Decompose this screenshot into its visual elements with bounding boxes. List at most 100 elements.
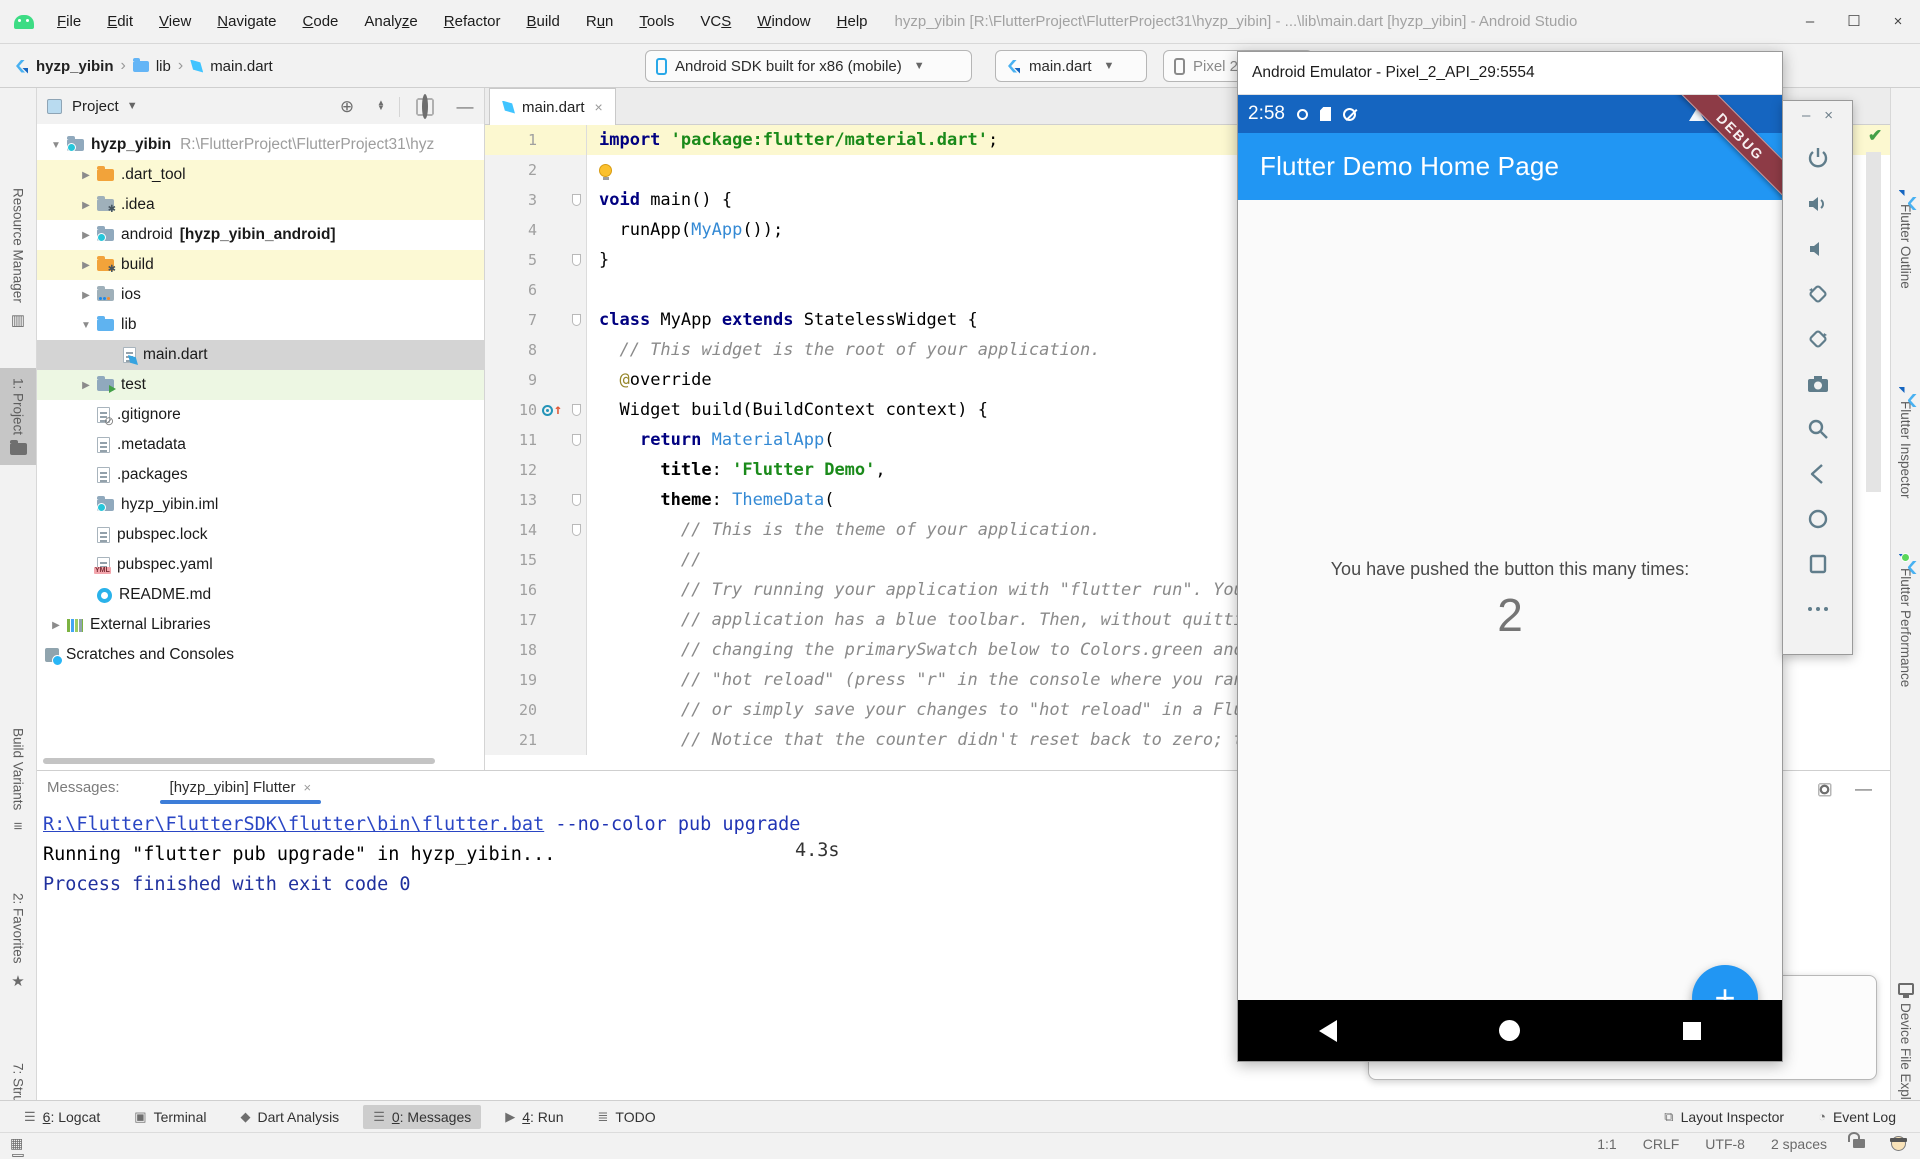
emulator-more-button[interactable]: [1805, 596, 1831, 622]
chevron-right-icon[interactable]: ▶: [75, 230, 97, 241]
chevron-right-icon[interactable]: ▶: [75, 170, 97, 181]
tree-item--gitignore[interactable]: .gitignore: [37, 400, 484, 430]
minimize-window-button[interactable]: –: [1788, 0, 1832, 44]
toolwindow-button-todo[interactable]: ≣TODO: [588, 1105, 666, 1129]
collapse-all-button[interactable]: ▲▼: [371, 97, 391, 117]
settings-gear-icon[interactable]: [1820, 784, 1830, 794]
tree-item-ios[interactable]: ▶ios: [37, 280, 484, 310]
breadcrumb-item-main.dart[interactable]: main.dart: [210, 58, 273, 75]
code-fold-marker-icon[interactable]: [572, 254, 581, 266]
emulator-minimize-button[interactable]: –: [1802, 107, 1810, 124]
menu-analyze[interactable]: Analyze: [351, 0, 430, 44]
emulator-back-button[interactable]: [1805, 461, 1831, 487]
close-tab-icon[interactable]: ×: [595, 99, 603, 115]
unlock-icon[interactable]: [1853, 1139, 1865, 1148]
chevron-right-icon[interactable]: ▶: [75, 380, 97, 391]
tree-item-pubspec-lock[interactable]: pubspec.lock: [37, 520, 484, 550]
menu-refactor[interactable]: Refactor: [431, 0, 514, 44]
tree-item--dart_tool[interactable]: ▶.dart_tool: [37, 160, 484, 190]
menu-run[interactable]: Run: [573, 0, 627, 44]
close-window-button[interactable]: ×: [1876, 0, 1920, 44]
code-fold-marker-icon[interactable]: [572, 434, 581, 446]
menu-edit[interactable]: Edit: [94, 0, 146, 44]
overriding-method-icon[interactable]: [542, 405, 553, 416]
toolwindow-button-layout-inspector[interactable]: ⧉Layout Inspector: [1654, 1105, 1794, 1129]
emulator-screen[interactable]: 2:58 Flutter Demo Home Page DEBUG You ha…: [1238, 95, 1782, 1061]
menu-navigate[interactable]: Navigate: [204, 0, 289, 44]
nav-back-button[interactable]: [1319, 1020, 1337, 1042]
hide-panel-button[interactable]: —: [455, 97, 475, 117]
tree-item-hyzp_yibin[interactable]: ▼hyzp_yibinR:\FlutterProject\FlutterProj…: [37, 130, 484, 160]
sidebar-item-build-variants[interactable]: Build Variants≡: [0, 728, 36, 835]
chevron-right-icon[interactable]: ▶: [75, 200, 97, 211]
editor-scrollbar[interactable]: [1866, 152, 1881, 492]
code-fold-marker-icon[interactable]: [572, 494, 581, 506]
indent-setting[interactable]: 2 spaces: [1771, 1136, 1827, 1152]
tree-item-scratches-and-consoles[interactable]: Scratches and Consoles: [37, 640, 484, 670]
toolwindow-button-6-logcat[interactable]: ☰6: Logcat: [14, 1105, 110, 1129]
project-view-selector[interactable]: Project: [72, 98, 119, 115]
line-separator[interactable]: CRLF: [1643, 1136, 1680, 1152]
tree-item-android[interactable]: ▶android[hyzp_yibin_android]: [37, 220, 484, 250]
emulator-rotate-left-button[interactable]: [1805, 281, 1831, 307]
tree-item-readme-md[interactable]: README.md: [37, 580, 484, 610]
menu-window[interactable]: Window: [744, 0, 823, 44]
tree-item-test[interactable]: ▶test: [37, 370, 484, 400]
chevron-right-icon[interactable]: ▶: [75, 260, 97, 271]
menu-code[interactable]: Code: [290, 0, 352, 44]
menu-help[interactable]: Help: [824, 0, 881, 44]
emulator-rotate-right-button[interactable]: [1805, 326, 1831, 352]
menu-vcs[interactable]: VCS: [687, 0, 744, 44]
close-tab-icon[interactable]: ×: [303, 780, 311, 795]
tree-item--metadata[interactable]: .metadata: [37, 430, 484, 460]
emulator-camera-button[interactable]: [1805, 371, 1831, 397]
console-link[interactable]: R:\Flutter\FlutterSDK\flutter\bin\flutte…: [43, 814, 544, 835]
sidebar-item-flutter-outline[interactable]: Flutter Outline: [1891, 196, 1920, 289]
file-encoding[interactable]: UTF-8: [1705, 1136, 1745, 1152]
toolwindow-button-0-messages[interactable]: ☰0: Messages: [363, 1105, 481, 1129]
menu-view[interactable]: View: [146, 0, 204, 44]
run-config-dropdown[interactable]: main.dart ▼: [995, 50, 1147, 82]
sidebar-item-flutter-performance[interactable]: Flutter Performance: [1891, 560, 1920, 687]
device-selector-dropdown[interactable]: Android SDK built for x86 (mobile) ▼: [645, 50, 972, 82]
override-up-arrow-icon[interactable]: ↑: [554, 395, 562, 425]
emulator-title-bar[interactable]: Android Emulator - Pixel_2_API_29:5554: [1238, 52, 1782, 95]
messages-tab-flutter[interactable]: [hyzp_yibin] Flutter ×: [160, 771, 321, 804]
chevron-right-icon[interactable]: ▶: [45, 620, 67, 631]
sidebar-item-1-project[interactable]: 1: Project: [0, 368, 36, 465]
tree-item-lib[interactable]: ▼lib: [37, 310, 484, 340]
tree-item-hyzp_yibin-iml[interactable]: hyzp_yibin.iml: [37, 490, 484, 520]
menu-file[interactable]: File: [44, 0, 94, 44]
locate-file-button[interactable]: ⊕: [337, 97, 357, 117]
tool-window-switcher-icon[interactable]: ▦: [10, 1135, 23, 1152]
tab-main-dart[interactable]: main.dart ×: [489, 88, 616, 125]
code-fold-marker-icon[interactable]: [572, 524, 581, 536]
emulator-home-button[interactable]: [1805, 506, 1831, 532]
highlighting-level-icon[interactable]: [1891, 1136, 1906, 1151]
project-horizontal-scrollbar[interactable]: [43, 758, 435, 764]
emulator-overview-button[interactable]: [1805, 551, 1831, 577]
toolwindow-button-terminal[interactable]: ▣Terminal: [124, 1105, 216, 1129]
emulator-volume-up-button[interactable]: [1805, 191, 1831, 217]
caret-position[interactable]: 1:1: [1597, 1136, 1616, 1152]
settings-gear-icon[interactable]: [415, 97, 435, 117]
chevron-right-icon[interactable]: ▶: [75, 290, 97, 301]
maximize-window-button[interactable]: ☐: [1832, 0, 1876, 44]
breadcrumb-item-lib[interactable]: lib: [156, 58, 171, 75]
tree-item--idea[interactable]: ▶.idea: [37, 190, 484, 220]
nav-home-button[interactable]: [1499, 1020, 1520, 1041]
hide-panel-button[interactable]: —: [1855, 779, 1872, 799]
chevron-down-icon[interactable]: ▼: [75, 320, 97, 331]
toolwindow-button-dart-analysis[interactable]: ◆Dart Analysis: [230, 1105, 349, 1129]
intention-bulb-icon[interactable]: [599, 164, 612, 177]
code-fold-marker-icon[interactable]: [572, 404, 581, 416]
menu-build[interactable]: Build: [513, 0, 572, 44]
tree-item--packages[interactable]: .packages: [37, 460, 484, 490]
sidebar-item-2-favorites[interactable]: 2: Favorites★: [0, 893, 36, 990]
tree-item-pubspec-yaml[interactable]: pubspec.yaml: [37, 550, 484, 580]
menu-tools[interactable]: Tools: [626, 0, 687, 44]
sidebar-item-flutter-inspector[interactable]: Flutter Inspector: [1891, 393, 1920, 499]
chevron-down-icon[interactable]: ▼: [45, 140, 67, 151]
toolwindow-button-4-run[interactable]: ▶4: Run: [495, 1105, 573, 1129]
tree-item-external-libraries[interactable]: ▶External Libraries: [37, 610, 484, 640]
